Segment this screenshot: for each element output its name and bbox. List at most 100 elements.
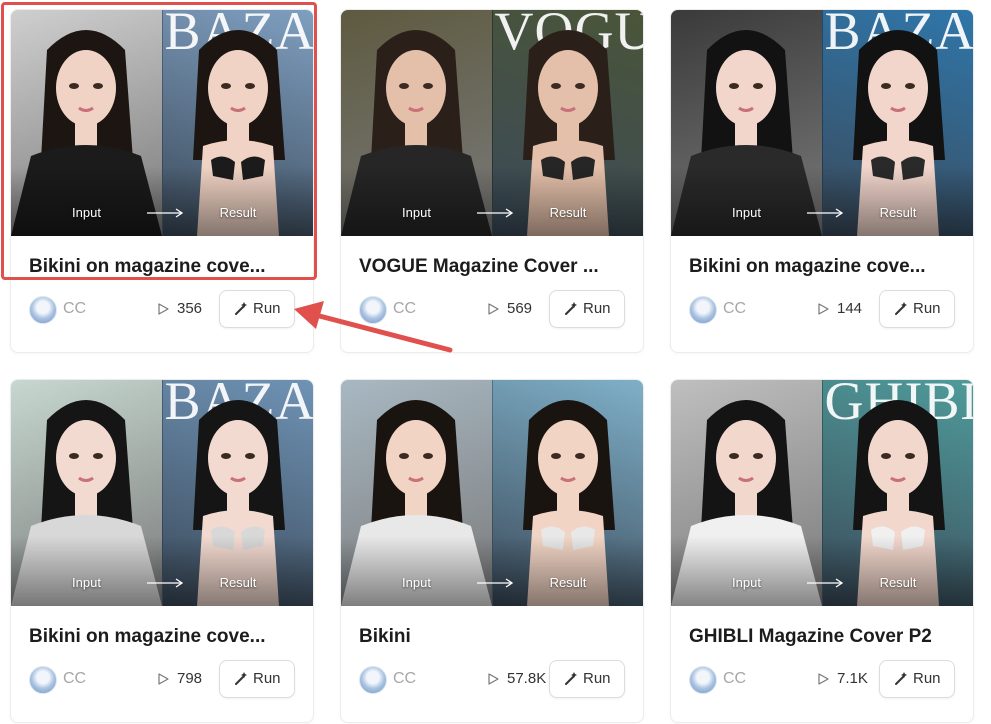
arrow-right-icon: [807, 578, 844, 588]
magic-wand-icon: [565, 672, 577, 685]
result-image: Result: [491, 380, 643, 606]
run-button-label: Run: [583, 300, 611, 317]
avatar[interactable]: [29, 666, 57, 694]
result-image: BAZAARResult: [821, 10, 973, 236]
input-label: Input: [732, 575, 761, 590]
image-shade: [822, 166, 973, 236]
card-title[interactable]: Bikini on magazine cove...: [689, 256, 961, 278]
card-footer: CC 798 Run: [29, 660, 297, 700]
template-card[interactable]: Input GHIBLIResult GHIBLI Magazine Cover P…: [670, 379, 974, 723]
result-image: BAZAARResult: [161, 380, 313, 606]
run-button-label: Run: [913, 670, 941, 687]
image-shade: [11, 166, 162, 236]
run-count: 356: [177, 300, 203, 317]
result-image: BAZAARResult: [161, 10, 313, 236]
author-name[interactable]: CC: [723, 670, 746, 688]
input-image: Input: [11, 380, 162, 606]
result-label: Result: [219, 575, 257, 590]
avatar[interactable]: [689, 296, 717, 324]
template-card[interactable]: Input BAZAARResult Bikini on magazine cove…: [10, 9, 314, 353]
template-card[interactable]: Input BAZAARResult Bikini on magazine cove…: [10, 379, 314, 723]
card-preview[interactable]: Input VOGUEResult: [341, 10, 643, 236]
play-icon: [488, 303, 499, 315]
result-label: Result: [879, 205, 917, 220]
result-label: Result: [879, 575, 917, 590]
arrow-right-icon: [477, 578, 514, 588]
image-shade: [492, 536, 643, 606]
run-button-label: Run: [583, 670, 611, 687]
play-icon: [158, 303, 169, 315]
image-shade: [341, 166, 492, 236]
card-title[interactable]: Bikini: [359, 626, 631, 648]
author-name[interactable]: CC: [63, 670, 86, 688]
card-footer: CC 7.1K Run: [689, 660, 957, 700]
run-button-label: Run: [913, 300, 941, 317]
input-label: Input: [402, 205, 431, 220]
avatar[interactable]: [359, 666, 387, 694]
result-label: Result: [549, 575, 587, 590]
card-preview[interactable]: Input BAZAARResult: [11, 10, 313, 236]
input-image: Input: [671, 380, 822, 606]
card-footer: CC 144 Run: [689, 290, 957, 330]
play-icon: [158, 673, 169, 685]
author-name[interactable]: CC: [723, 300, 746, 318]
run-button[interactable]: Run: [549, 660, 625, 698]
card-footer: CC 57.8K Run: [359, 660, 627, 700]
run-button[interactable]: Run: [219, 660, 295, 698]
card-preview[interactable]: Input GHIBLIResult: [671, 380, 973, 606]
image-shade: [822, 536, 973, 606]
input-label: Input: [732, 205, 761, 220]
card-preview[interactable]: Input Result: [341, 380, 643, 606]
card-title[interactable]: VOGUE Magazine Cover ...: [359, 256, 631, 278]
arrow-right-icon: [477, 208, 514, 218]
input-label: Input: [72, 575, 101, 590]
input-label: Input: [402, 575, 431, 590]
author-name[interactable]: CC: [393, 670, 416, 688]
input-image: Input: [341, 10, 492, 236]
avatar[interactable]: [29, 296, 57, 324]
input-image: Input: [341, 380, 492, 606]
play-icon: [818, 303, 829, 315]
image-shade: [671, 536, 822, 606]
author-name[interactable]: CC: [63, 300, 86, 318]
result-label: Result: [549, 205, 587, 220]
run-button-label: Run: [253, 670, 281, 687]
template-grid: Input BAZAARResult Bikini on magazine cove…: [0, 0, 991, 724]
image-shade: [341, 536, 492, 606]
card-preview[interactable]: Input BAZAARResult: [11, 380, 313, 606]
run-count: 144: [837, 300, 863, 317]
result-image: GHIBLIResult: [821, 380, 973, 606]
play-icon: [488, 673, 499, 685]
magic-wand-icon: [235, 672, 247, 685]
run-button[interactable]: Run: [219, 290, 295, 328]
result-image: VOGUEResult: [491, 10, 643, 236]
image-shade: [492, 166, 643, 236]
run-button-label: Run: [253, 300, 281, 317]
template-card[interactable]: Input Result Bikini CC 57.8K Run: [340, 379, 644, 723]
card-title[interactable]: Bikini on magazine cove...: [29, 626, 301, 648]
run-button[interactable]: Run: [549, 290, 625, 328]
run-button[interactable]: Run: [879, 660, 955, 698]
run-button[interactable]: Run: [879, 290, 955, 328]
card-footer: CC 356 Run: [29, 290, 297, 330]
magic-wand-icon: [895, 672, 907, 685]
run-count: 7.1K: [837, 670, 868, 687]
card-footer: CC 569 Run: [359, 290, 627, 330]
template-card[interactable]: Input VOGUEResult VOGUE Magazine Cover ...…: [340, 9, 644, 353]
template-card[interactable]: Input BAZAARResult Bikini on magazine cove…: [670, 9, 974, 353]
magic-wand-icon: [235, 302, 247, 315]
arrow-right-icon: [147, 208, 184, 218]
image-shade: [162, 536, 313, 606]
magic-wand-icon: [895, 302, 907, 315]
avatar[interactable]: [359, 296, 387, 324]
run-count: 57.8K: [507, 670, 547, 687]
image-shade: [11, 536, 162, 606]
card-title[interactable]: Bikini on magazine cove...: [29, 256, 301, 278]
card-title[interactable]: GHIBLI Magazine Cover P2: [689, 626, 961, 648]
run-count: 798: [177, 670, 203, 687]
avatar[interactable]: [689, 666, 717, 694]
arrow-right-icon: [147, 578, 184, 588]
card-preview[interactable]: Input BAZAARResult: [671, 10, 973, 236]
author-name[interactable]: CC: [393, 300, 416, 318]
input-label: Input: [72, 205, 101, 220]
